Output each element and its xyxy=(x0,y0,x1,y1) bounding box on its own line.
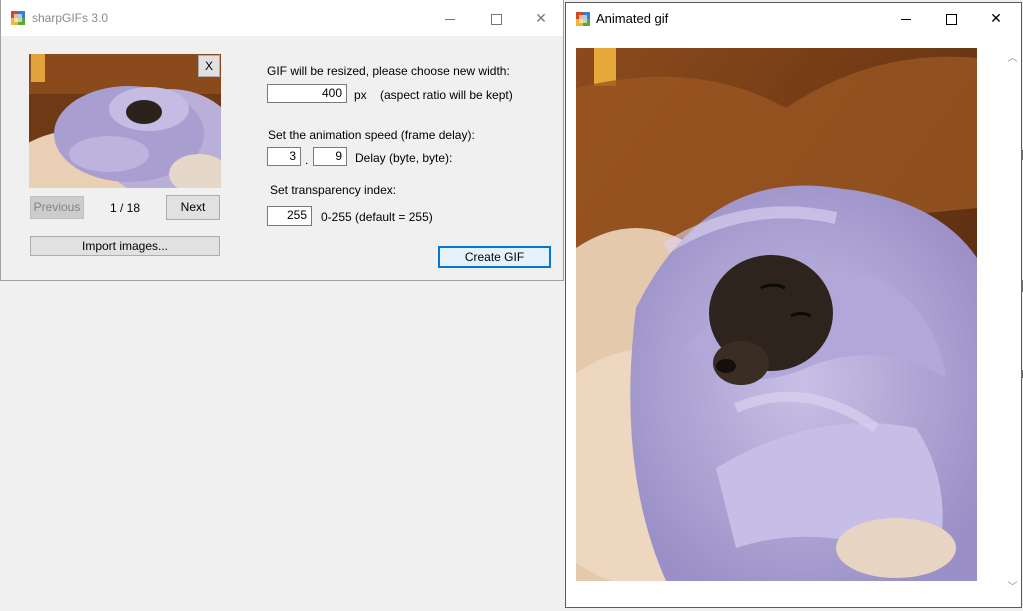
import-images-button[interactable]: Import images... xyxy=(30,236,220,256)
gif-window-title: Animated gif xyxy=(596,11,669,26)
delay-first-input[interactable]: 3 xyxy=(267,147,301,166)
sharpgifs-window: sharpGIFs 3.0 ✕ X Previous 1 / 18 Next I… xyxy=(0,0,564,281)
animated-gif-window: Animated gif ✕ ︿ ﹀ xyxy=(565,2,1022,608)
maximize-icon xyxy=(490,13,502,25)
transparency-note-label: 0-255 (default = 255) xyxy=(321,210,433,224)
app-icon xyxy=(11,11,25,25)
frame-thumbnail xyxy=(29,54,221,188)
close-icon: ✕ xyxy=(535,10,547,26)
gif-image xyxy=(576,48,977,581)
width-prompt-label: GIF will be resized, please choose new w… xyxy=(267,64,510,78)
scroll-up-icon[interactable]: ︿ xyxy=(1004,49,1021,64)
minimize-icon xyxy=(901,18,911,20)
gif-close-button[interactable]: ✕ xyxy=(973,3,1019,33)
thumbnail-image xyxy=(29,54,221,188)
delay-second-input[interactable]: 9 xyxy=(313,147,347,166)
close-icon: ✕ xyxy=(990,10,1002,26)
create-gif-button[interactable]: Create GIF xyxy=(438,246,551,268)
maximize-icon xyxy=(945,13,957,25)
vertical-scrollbar[interactable]: ︿ ﹀ xyxy=(1004,41,1021,599)
gif-maximize-button[interactable] xyxy=(928,3,974,33)
minimize-icon xyxy=(445,18,455,20)
delay-note-label: Delay (byte, byte): xyxy=(355,151,453,165)
scroll-down-icon[interactable]: ﹀ xyxy=(1004,578,1021,593)
close-button[interactable]: ✕ xyxy=(518,0,564,36)
transparency-input[interactable]: 255 xyxy=(267,206,312,226)
maximize-button[interactable] xyxy=(473,0,519,36)
width-unit-label: px xyxy=(354,88,367,102)
transparency-prompt-label: Set transparency index: xyxy=(270,183,397,197)
main-window-title: sharpGIFs 3.0 xyxy=(32,11,109,25)
gif-minimize-button[interactable] xyxy=(883,3,929,33)
main-titlebar[interactable]: sharpGIFs 3.0 ✕ xyxy=(1,0,563,36)
frame-counter: 1 / 18 xyxy=(110,201,141,215)
next-button[interactable]: Next xyxy=(166,195,220,220)
minimize-button[interactable] xyxy=(427,0,473,36)
remove-frame-button[interactable]: X xyxy=(198,55,220,77)
previous-button[interactable]: Previous xyxy=(30,196,84,219)
animated-gif-preview xyxy=(576,48,977,581)
delay-separator: . xyxy=(305,153,309,167)
width-input[interactable]: 400 xyxy=(267,84,347,103)
speed-prompt-label: Set the animation speed (frame delay): xyxy=(268,128,475,142)
app-icon xyxy=(576,12,590,26)
gif-titlebar[interactable]: Animated gif ✕ xyxy=(566,3,1021,35)
aspect-note-label: (aspect ratio will be kept) xyxy=(380,88,513,102)
